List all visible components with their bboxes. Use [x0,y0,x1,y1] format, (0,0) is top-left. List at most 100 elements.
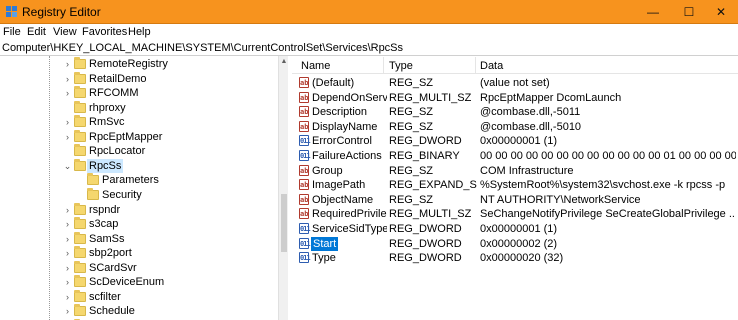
tree-item-label[interactable]: Schedule [87,304,137,318]
chevron-right-icon[interactable]: › [63,217,72,231]
tree-item[interactable]: RpcLocator [0,144,278,158]
column-type-header[interactable]: Type [389,60,413,72]
value-row[interactable]: ab DisplayName REG_SZ @combase.dll,-5010 [292,120,738,134]
value-row[interactable]: ab Description REG_SZ @combase.dll,-5011 [292,105,738,119]
menu-edit[interactable]: Edit [27,26,46,38]
close-button[interactable]: ✕ [704,0,738,24]
value-row[interactable]: ab Group REG_SZ COM Infrastructure [292,164,738,178]
value-row[interactable]: 011 ServiceSidType REG_DWORD 0x00000001 (1) [292,222,738,236]
tree-item[interactable]: Parameters [0,173,278,187]
column-data-header[interactable]: Data [480,60,503,72]
chevron-right-icon[interactable]: › [63,290,72,304]
minimize-button[interactable]: — [636,0,670,24]
folder-icon [74,217,86,230]
chevron-right-icon[interactable]: › [63,72,72,86]
tree-item-label[interactable]: RmSvc [87,115,126,129]
tree-item[interactable]: › RetailDemo [0,71,278,86]
tree-item[interactable]: › SCardSvr [0,260,278,275]
tree-item[interactable]: › rspndr [0,202,278,217]
value-type: REG_SZ [389,193,434,206]
value-data: 0x00000020 (32) [480,252,564,265]
tree-item[interactable]: › SamSs [0,231,278,246]
column-separator[interactable] [475,57,476,73]
chevron-right-icon[interactable]: › [63,57,72,71]
address-path[interactable]: Computer\HKEY_LOCAL_MACHINE\SYSTEM\Curre… [2,42,403,54]
folder-icon [87,173,99,186]
tree-item-label[interactable]: ScDeviceEnum [87,275,166,289]
chevron-down-icon[interactable]: ⌄ [63,159,72,173]
tree-scrollbar[interactable]: ▲ [278,56,288,320]
tree-item[interactable]: › s3cap [0,217,278,231]
chevron-right-icon[interactable]: › [63,261,72,275]
no-expander [76,188,85,202]
tree-item-label[interactable]: SCardSvr [87,261,139,275]
tree-item-label[interactable]: Parameters [100,173,161,187]
value-row[interactable]: ab ObjectName REG_SZ NT AUTHORITY\NetworkSe… [292,193,738,207]
tree-item[interactable]: › RemoteRegistry [0,57,278,71]
menu-view[interactable]: View [53,26,77,38]
tree-item-label[interactable]: RFCOMM [87,86,141,100]
chevron-right-icon[interactable]: › [63,275,72,289]
tree-item-label[interactable]: RpcEptMapper [87,130,164,144]
tree-item[interactable]: › RpcEptMapper [0,129,278,144]
tree-item-label[interactable]: scfilter [87,290,123,304]
chevron-right-icon[interactable]: › [63,232,72,246]
value-row[interactable]: ab (Default) REG_SZ (value not set) [292,76,738,90]
value-row[interactable]: 011 ErrorControl REG_DWORD 0x00000001 (1) [292,134,738,148]
column-separator[interactable] [383,57,384,73]
chevron-right-icon[interactable]: › [63,130,72,144]
tree-item-label[interactable]: Security [100,188,144,202]
value-row[interactable]: 011 FailureActions REG_BINARY 00 00 00 00 0… [292,149,738,163]
value-name: (Default) [312,77,355,89]
chevron-right-icon[interactable]: › [63,86,72,100]
value-row[interactable]: 011 Start REG_DWORD 0x00000002 (2) [292,236,738,251]
tree-item[interactable]: › Schedule [0,304,278,318]
menu-help[interactable]: Help [128,26,151,38]
value-row[interactable]: 011 Type REG_DWORD 0x00000020 (32) [292,251,738,265]
tree-item[interactable]: › sbp2port [0,246,278,260]
binary-value-icon: 011 [299,223,311,234]
folder-icon [74,275,86,288]
tree-item-label[interactable]: RpcLocator [87,144,147,158]
menu-favorites[interactable]: Favorites [82,26,127,38]
chevron-right-icon[interactable]: › [63,304,72,318]
folder-icon [74,86,86,99]
tree-item[interactable]: ⌄ RpcSs [0,158,278,173]
value-row[interactable]: ab ImagePath REG_EXPAND_SZ %SystemRoot%\sys… [292,178,738,192]
scroll-up-icon[interactable]: ▲ [279,56,289,68]
chevron-right-icon[interactable]: › [63,246,72,260]
value-name: FailureActions [312,150,382,162]
string-value-icon: ab [299,91,309,103]
tree-item-label[interactable]: RetailDemo [87,72,148,86]
scroll-thumb[interactable] [281,194,287,252]
value-list: Name Type Data ab (Default) REG_SZ (value n… [292,56,738,320]
binary-value-icon: 011 [299,135,311,147]
chevron-right-icon[interactable]: › [63,115,72,129]
tree-item-label[interactable]: rspndr [87,203,122,217]
tree-item[interactable]: › RFCOMM [0,86,278,100]
tree-item-label[interactable]: RpcSs [87,158,124,173]
folder-icon [74,144,86,157]
tree-item-label[interactable]: sbp2port [87,246,134,260]
value-name: DependOnService [312,91,387,104]
tree-item[interactable]: › ScDeviceEnum [0,275,278,289]
value-type: REG_EXPAND_SZ [389,179,477,192]
tree-item[interactable]: › RmSvc [0,115,278,129]
menu-file[interactable]: File [3,26,21,38]
tree-item-label[interactable]: RemoteRegistry [87,57,170,71]
chevron-right-icon[interactable]: › [63,203,72,217]
tree-item[interactable]: Security [0,187,278,202]
value-data: SeChangeNotifyPrivilege SeCreateGlobalPr… [480,208,736,221]
tree-item[interactable]: rhproxy [0,100,278,115]
tree-item-label[interactable]: rhproxy [87,101,128,115]
value-type: REG_MULTI_SZ [389,208,472,221]
value-name: Group [312,164,343,177]
address-bar[interactable]: Computer\HKEY_LOCAL_MACHINE\SYSTEM\Curre… [0,41,738,56]
tree-item-label[interactable]: SamSs [87,232,126,246]
value-row[interactable]: ab RequiredPrivileg REG_MULTI_SZ SeChangeNo… [292,207,738,221]
column-name-header[interactable]: Name [301,60,330,72]
maximize-button[interactable]: ☐ [672,0,706,24]
tree-item[interactable]: › scfilter [0,289,278,304]
tree-item-label[interactable]: s3cap [87,217,120,231]
value-row[interactable]: abDependOnServiceREG_MULTI_SZ RpcEptMappe… [292,91,738,105]
